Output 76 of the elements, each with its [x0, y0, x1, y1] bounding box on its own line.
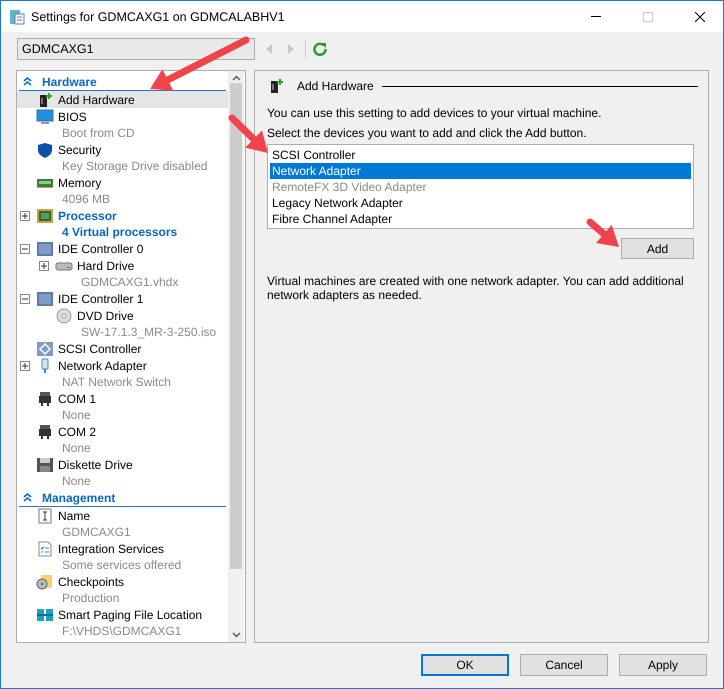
paging-file-icon — [36, 606, 54, 622]
expand-icon[interactable] — [20, 360, 30, 370]
tree-item[interactable]: BIOS — [58, 110, 87, 124]
section-header[interactable]: Management — [42, 490, 116, 504]
settings-window-icon — [9, 8, 25, 24]
dialog-button[interactable]: Cancel — [520, 654, 608, 676]
intro-text: You can use this setting to add devices to your virtual machine. — [267, 106, 602, 120]
controller-icon — [36, 290, 54, 306]
tree-item[interactable]: Smart Paging File Location — [58, 608, 202, 622]
tree-item[interactable]: COM 1 — [58, 392, 96, 406]
collapse-section-icon[interactable] — [23, 493, 32, 502]
device-option[interactable]: Fibre Channel Adapter — [270, 211, 691, 227]
item-detail: 4096 MB — [62, 192, 110, 206]
item-detail: None — [62, 441, 91, 455]
serial-port-icon — [36, 424, 54, 440]
annotation-arrow — [228, 114, 268, 153]
instruction-text: Select the devices you want to add and click the Add button. — [267, 126, 588, 140]
item-detail: GDMCAXG1.vhdx — [81, 275, 178, 289]
device-option[interactable]: Legacy Network Adapter — [270, 195, 691, 211]
collapse-section-icon[interactable] — [23, 77, 32, 86]
panel-title: Add Hardware — [297, 79, 374, 93]
shield-icon — [36, 142, 54, 158]
tree-item[interactable]: Processor — [58, 208, 117, 222]
checklist-icon — [36, 540, 54, 556]
tree-item[interactable]: Security — [58, 142, 102, 156]
dialog-button[interactable]: Apply — [619, 654, 707, 676]
tree-item[interactable]: COM 2 — [58, 424, 96, 438]
disc-icon — [55, 308, 73, 324]
item-detail: GDMCAXG1 — [62, 525, 131, 539]
item-detail: None — [62, 474, 91, 488]
refresh-icon[interactable] — [312, 41, 328, 57]
monitor-icon — [36, 108, 54, 124]
tree-item[interactable]: Integration Services — [58, 542, 164, 556]
tree-item[interactable]: IDE Controller 1 — [58, 292, 144, 306]
device-option[interactable]: SCSI Controller — [270, 147, 691, 163]
add-button[interactable]: Add — [621, 238, 694, 259]
tree-item[interactable]: Checkpoints — [58, 574, 124, 588]
item-detail: SW-17.1.3_MR-3-250.iso — [81, 325, 216, 339]
item-detail: 4 Virtual processors — [62, 225, 178, 239]
expand-icon[interactable] — [20, 210, 30, 220]
tree-item[interactable]: SCSI Controller — [58, 342, 142, 356]
scrollbar[interactable] — [228, 71, 244, 642]
maximize-icon — [643, 12, 653, 22]
controller-icon — [36, 240, 54, 256]
item-detail: Boot from CD — [62, 126, 135, 140]
vm-select[interactable]: GDMCAXG1 — [17, 38, 255, 60]
scroll-up-icon[interactable] — [232, 75, 240, 81]
tree-item[interactable]: Network Adapter — [58, 358, 147, 372]
item-detail: Some services offered — [62, 558, 182, 572]
tree-item[interactable]: DVD Drive — [77, 308, 134, 322]
annotation-arrow — [586, 218, 619, 247]
tree-item[interactable]: Hard Drive — [77, 258, 134, 272]
tree-item[interactable]: IDE Controller 0 — [58, 242, 144, 256]
item-detail: None — [62, 408, 91, 422]
item-detail: Key Storage Drive disabled — [62, 159, 208, 173]
close-icon[interactable] — [695, 12, 705, 22]
collapse-icon[interactable] — [20, 244, 30, 254]
serial-port-icon — [36, 390, 54, 406]
expand-icon[interactable] — [39, 260, 49, 270]
item-detail: NAT Network Switch — [62, 375, 171, 389]
tree-item[interactable]: Name — [58, 508, 90, 522]
note-text: Virtual machines are created with one network adapter. You can add additional network adapters as needed. — [267, 274, 685, 302]
text-cursor-icon — [36, 508, 54, 524]
scroll-down-icon[interactable] — [232, 632, 240, 638]
item-detail: F:\VHDS\GDMCAXG1 — [62, 624, 182, 638]
window-title: Settings for GDMCAXG1 on GDMCALABHV1 — [31, 10, 286, 24]
dialog-button[interactable]: OK — [421, 654, 509, 676]
tree-item[interactable]: Diskette Drive — [58, 458, 133, 472]
collapse-icon[interactable] — [20, 294, 30, 304]
device-option[interactable]: Network Adapter — [270, 163, 691, 179]
section-header[interactable]: Hardware — [42, 74, 97, 88]
tree-item[interactable]: Memory — [58, 176, 102, 190]
stopwatch-folder-icon — [36, 574, 54, 590]
processor-chip-icon — [36, 208, 54, 224]
item-detail: Production — [62, 591, 120, 605]
scsi-controller-icon — [36, 340, 54, 356]
